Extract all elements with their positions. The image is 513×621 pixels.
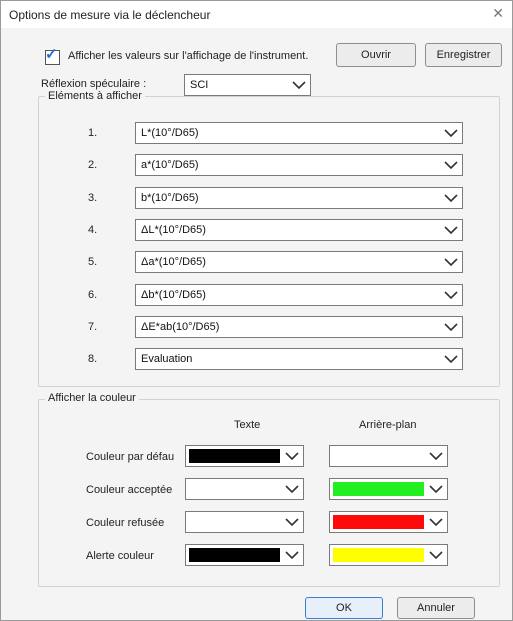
element-number: 2. <box>88 159 98 171</box>
element-dropdown-4[interactable]: ΔL*(10°/D65) <box>135 219 463 241</box>
chevron-down-icon <box>285 518 299 527</box>
chevron-down-icon <box>429 551 443 560</box>
color-row-label: Alerte couleur <box>86 550 154 562</box>
background-color-dropdown-1[interactable] <box>329 445 448 467</box>
background-color-dropdown-3[interactable] <box>329 511 448 533</box>
color-row-label: Couleur refusée <box>86 517 165 529</box>
element-value: Δb*(10°/D65) <box>141 289 206 301</box>
color-row-label: Couleur par défau <box>86 451 175 463</box>
element-dropdown-3[interactable]: b*(10°/D65) <box>135 187 463 209</box>
element-number: 4. <box>88 224 98 236</box>
ok-button[interactable]: OK <box>305 597 383 619</box>
text-color-dropdown-3[interactable] <box>185 511 304 533</box>
chevron-down-icon <box>444 323 458 332</box>
element-dropdown-1[interactable]: L*(10°/D65) <box>135 122 463 144</box>
chevron-down-icon <box>429 485 443 494</box>
show-values-label: Afficher les valeurs sur l'affichage de … <box>68 50 309 62</box>
cancel-button[interactable]: Annuler <box>397 597 475 619</box>
background-column-header: Arrière-plan <box>359 419 417 431</box>
element-dropdown-8[interactable]: Evaluation <box>135 348 463 370</box>
element-value: ΔL*(10°/D65) <box>141 224 206 236</box>
element-value: Evaluation <box>141 353 193 365</box>
color-swatch <box>189 548 280 562</box>
check-icon: ✓ <box>45 46 58 63</box>
element-number: 6. <box>88 289 98 301</box>
specular-dropdown[interactable]: SCI <box>184 74 311 96</box>
dialog-window: Options de mesure via le déclencheur ✕ ✓… <box>0 0 513 621</box>
color-swatch <box>189 515 280 529</box>
element-number: 3. <box>88 192 98 204</box>
element-value: a*(10°/D65) <box>141 159 199 171</box>
elements-group-label: Eléments à afficher <box>45 90 145 102</box>
color-swatch <box>189 482 280 496</box>
chevron-down-icon <box>444 161 458 170</box>
save-button[interactable]: Enregistrer <box>425 43 502 67</box>
chevron-down-icon <box>444 226 458 235</box>
color-swatch <box>333 548 424 562</box>
chevron-down-icon <box>285 485 299 494</box>
color-swatch <box>333 449 424 463</box>
element-value: ΔE*ab(10°/D65) <box>141 321 220 333</box>
element-number: 7. <box>88 321 98 333</box>
chevron-down-icon <box>444 291 458 300</box>
colors-group-label: Afficher la couleur <box>45 392 139 404</box>
color-swatch <box>333 482 424 496</box>
color-row-label: Couleur acceptée <box>86 484 173 496</box>
element-dropdown-5[interactable]: Δa*(10°/D65) <box>135 251 463 273</box>
chevron-down-icon <box>285 551 299 560</box>
chevron-down-icon <box>429 452 443 461</box>
text-color-dropdown-2[interactable] <box>185 478 304 500</box>
background-color-dropdown-4[interactable] <box>329 544 448 566</box>
text-color-dropdown-1[interactable] <box>185 445 304 467</box>
specular-label: Réflexion spéculaire : <box>41 78 147 90</box>
element-number: 1. <box>88 127 98 139</box>
window-title: Options de mesure via le déclencheur <box>9 8 211 22</box>
chevron-down-icon <box>444 355 458 364</box>
background-color-dropdown-2[interactable] <box>329 478 448 500</box>
chevron-down-icon <box>285 452 299 461</box>
specular-value: SCI <box>190 79 209 91</box>
element-number: 8. <box>88 353 98 365</box>
text-color-dropdown-4[interactable] <box>185 544 304 566</box>
chevron-down-icon <box>429 518 443 527</box>
element-dropdown-6[interactable]: Δb*(10°/D65) <box>135 284 463 306</box>
element-number: 5. <box>88 256 98 268</box>
element-value: L*(10°/D65) <box>141 127 199 139</box>
element-value: b*(10°/D65) <box>141 192 199 204</box>
show-values-checkbox[interactable]: ✓ <box>45 46 60 65</box>
color-swatch <box>189 449 280 463</box>
color-swatch <box>333 515 424 529</box>
chevron-down-icon <box>444 129 458 138</box>
open-button[interactable]: Ouvrir <box>336 43 416 67</box>
element-dropdown-2[interactable]: a*(10°/D65) <box>135 154 463 176</box>
chevron-down-icon <box>444 194 458 203</box>
title-bar: Options de mesure via le déclencheur ✕ <box>1 1 512 28</box>
chevron-down-icon <box>444 258 458 267</box>
close-icon[interactable]: ✕ <box>492 5 504 21</box>
chevron-down-icon <box>292 81 306 90</box>
element-dropdown-7[interactable]: ΔE*ab(10°/D65) <box>135 316 463 338</box>
element-value: Δa*(10°/D65) <box>141 256 206 268</box>
text-column-header: Texte <box>234 419 261 431</box>
